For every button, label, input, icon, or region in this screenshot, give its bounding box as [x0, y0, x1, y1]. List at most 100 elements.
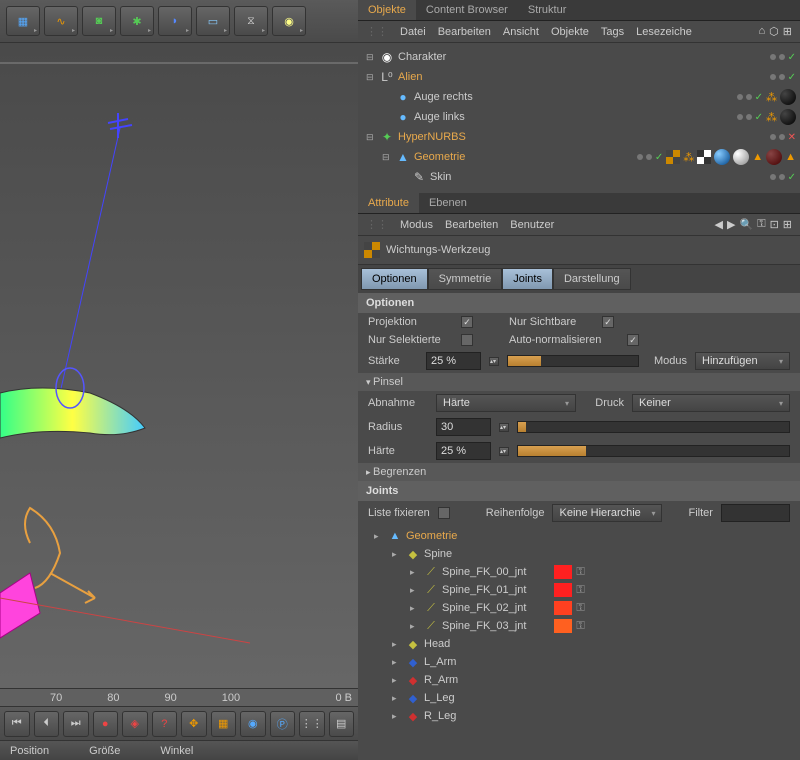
expander-icon[interactable]: ▸	[410, 567, 420, 578]
joint-row[interactable]: ▸◆L_Arm	[360, 653, 798, 671]
tree-row[interactable]: ⊟✦HyperNURBS✕	[362, 127, 796, 147]
expander-icon[interactable]: ▸	[392, 549, 402, 560]
spinner[interactable]: ▴▾	[499, 423, 509, 432]
object-label[interactable]: Geometrie	[414, 151, 465, 163]
object-tree[interactable]: ⊟◉Charakter✓⊟L⁰Alien✓●Auge rechts✓⁂●Auge…	[358, 43, 800, 193]
fold-icon[interactable]: ⊞	[783, 25, 792, 38]
timeline-play-button[interactable]: Ⓟ	[270, 711, 296, 737]
strength-slider[interactable]	[507, 355, 639, 367]
fold-icon[interactable]: ⊞	[783, 218, 792, 231]
menu-modus[interactable]: Modus	[400, 219, 433, 231]
deformer-icon[interactable]: ◗	[158, 6, 192, 36]
joint-label[interactable]: Spine_FK_02_jnt	[442, 602, 526, 614]
joints-list[interactable]: ▸▲Geometrie▸◆Spine▸⟋Spine_FK_00_jnt⚿▸⟋Sp…	[358, 525, 800, 760]
expander-icon[interactable]: ▸	[410, 603, 420, 614]
spinner[interactable]: ▴▾	[499, 447, 509, 456]
hardness-slider[interactable]	[517, 445, 790, 457]
tree-row[interactable]: ●Auge rechts✓⁂	[362, 87, 796, 107]
menu-datei[interactable]: Datei	[400, 26, 426, 38]
expander-icon[interactable]: ▸	[374, 531, 384, 542]
joint-row[interactable]: ▸⟋Spine_FK_00_jnt⚿	[360, 563, 798, 581]
joint-row[interactable]: ▸◆Head	[360, 635, 798, 653]
tags[interactable]: ✓⁂	[737, 89, 796, 105]
lock-icon[interactable]: ⚿	[576, 584, 584, 597]
joint-label[interactable]: L_Arm	[424, 656, 456, 668]
array-icon[interactable]: ✱	[120, 6, 154, 36]
joint-row[interactable]: ▸◆L_Leg	[360, 689, 798, 707]
tab-struktur[interactable]: Struktur	[518, 0, 577, 20]
joint-label[interactable]: Spine_FK_00_jnt	[442, 566, 526, 578]
joint-label[interactable]: R_Arm	[424, 674, 458, 686]
mode-dropdown[interactable]: Hinzufügen	[695, 352, 790, 370]
joint-label[interactable]: Spine_FK_01_jnt	[442, 584, 526, 596]
lock-icon[interactable]: ⚿	[576, 566, 584, 579]
expander-icon[interactable]: ⊟	[366, 52, 376, 63]
radius-slider[interactable]	[517, 421, 790, 433]
color-swatch[interactable]	[554, 583, 572, 597]
subtab-symmetrie[interactable]: Symmetrie	[428, 268, 503, 290]
back-icon[interactable]: ◀	[715, 218, 723, 231]
tags[interactable]: ✓	[770, 52, 796, 63]
floor-icon[interactable]: ▭	[196, 6, 230, 36]
tree-row[interactable]: ●Auge links✓⁂	[362, 107, 796, 127]
timeline-select-button[interactable]: ◉	[240, 711, 266, 737]
joint-label[interactable]: R_Leg	[424, 710, 456, 722]
menu-bearbeiten[interactable]: Bearbeiten	[438, 26, 491, 38]
hardness-input[interactable]	[436, 442, 491, 460]
tags[interactable]: ✓	[770, 172, 796, 183]
spinner[interactable]: ▴▾	[489, 357, 499, 366]
object-label[interactable]: Auge links	[414, 111, 465, 123]
view-icon[interactable]: ⬡	[769, 25, 779, 38]
selected-only-checkbox[interactable]	[461, 334, 473, 346]
brush-section[interactable]: Pinsel	[358, 373, 800, 391]
light-icon[interactable]: ◉	[272, 6, 306, 36]
expander-icon[interactable]: ⊟	[366, 132, 376, 143]
auto-normalize-checkbox[interactable]: ✓	[627, 334, 639, 346]
timeline-auto-button[interactable]: ?	[152, 711, 178, 737]
tags[interactable]: ✕	[770, 132, 796, 143]
order-dropdown[interactable]: Keine Hierarchie	[552, 504, 662, 522]
joint-row[interactable]: ▸◆R_Arm	[360, 671, 798, 689]
tree-row[interactable]: ⊟◉Charakter✓	[362, 47, 796, 67]
subtab-darstellung[interactable]: Darstellung	[553, 268, 631, 290]
expander-icon[interactable]: ▸	[392, 675, 402, 686]
subtab-joints[interactable]: Joints	[502, 268, 553, 290]
expander-icon[interactable]: ▸	[410, 585, 420, 596]
radius-input[interactable]	[436, 418, 491, 436]
object-label[interactable]: HyperNURBS	[398, 131, 466, 143]
tab-content-browser[interactable]: Content Browser	[416, 0, 518, 20]
joint-label[interactable]: Head	[424, 638, 450, 650]
tree-row[interactable]: ✎Skin✓	[362, 167, 796, 187]
expander-icon[interactable]: ⊟	[382, 152, 392, 163]
pressure-dropdown[interactable]: Keiner	[632, 394, 790, 412]
fix-list-checkbox[interactable]	[438, 507, 450, 519]
timeline-keys-button[interactable]: ⋮⋮	[299, 711, 325, 737]
object-label[interactable]: Skin	[430, 171, 451, 183]
menu-benutzer[interactable]: Benutzer	[510, 219, 554, 231]
tags[interactable]: ✓⁂	[737, 109, 796, 125]
tree-row[interactable]: ⊟L⁰Alien✓	[362, 67, 796, 87]
spline-icon[interactable]: ∿	[44, 6, 78, 36]
projection-checkbox[interactable]: ✓	[461, 316, 473, 328]
color-swatch[interactable]	[554, 565, 572, 579]
expander-icon[interactable]: ▸	[410, 621, 420, 632]
timeline-last-button[interactable]: ⏭	[63, 711, 89, 737]
object-label[interactable]: Auge rechts	[414, 91, 473, 103]
timeline-prev-button[interactable]: ⏴	[34, 711, 60, 737]
menu-tags[interactable]: Tags	[601, 26, 624, 38]
menu-bearbeiten[interactable]: Bearbeiten	[445, 219, 498, 231]
joint-row[interactable]: ▸⟋Spine_FK_03_jnt⚿	[360, 617, 798, 635]
timeline-record-button[interactable]: ●	[93, 711, 119, 737]
tags[interactable]: ✓	[770, 72, 796, 83]
camera-icon[interactable]: ⧖	[234, 6, 268, 36]
filter-input[interactable]	[721, 504, 790, 522]
color-swatch[interactable]	[554, 619, 572, 633]
tab-attribute[interactable]: Attribute	[358, 193, 419, 213]
timeline-ruler[interactable]: 7080901000 B	[0, 688, 358, 706]
menu-objekte[interactable]: Objekte	[551, 26, 589, 38]
joint-row[interactable]: ▸⟋Spine_FK_01_jnt⚿	[360, 581, 798, 599]
expander-icon[interactable]: ▸	[392, 693, 402, 704]
lock-icon[interactable]: ⚿	[576, 620, 584, 633]
cube-icon[interactable]: ▦	[6, 6, 40, 36]
joint-label[interactable]: Geometrie	[406, 530, 457, 542]
